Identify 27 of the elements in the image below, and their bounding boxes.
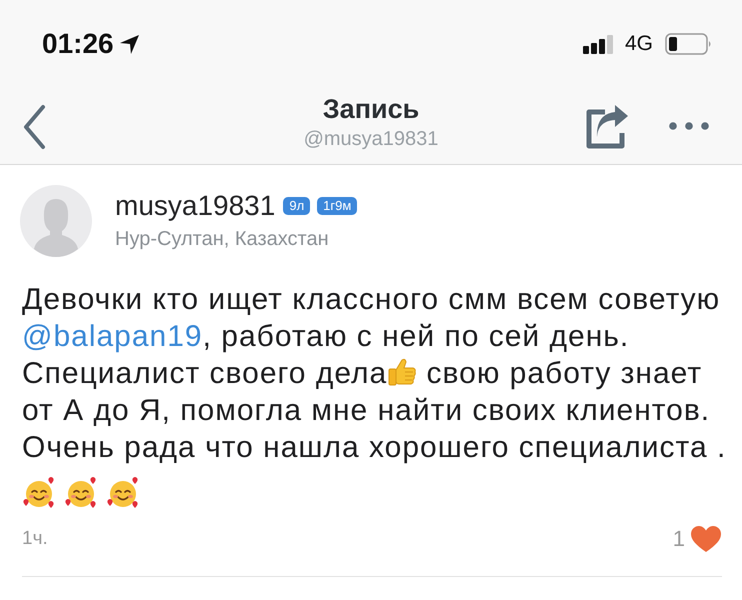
smiling-face-icon [106,476,140,510]
more-icon [669,122,709,130]
profile-badge: 1г9м [317,197,358,215]
back-icon [22,104,46,150]
like-count: 1 [672,526,685,552]
location-arrow-icon [120,34,139,54]
battery-icon [665,33,712,55]
screen-title: Запись [322,93,420,125]
back-button[interactable] [22,104,46,150]
location-text: Нур-Султан, Казахстан [115,227,330,251]
clock-time: 01:26 [42,28,114,60]
mention-link[interactable]: @balapan19 [22,320,203,353]
share-icon [585,103,629,149]
network-label: 4G [624,32,653,56]
username[interactable]: musya19831 [115,191,276,221]
post-text: Девочки кто ищет классного смм всем советую @balapan19, работаю с ней по сей день. Специалист своего дела свою работу знает от А до Я, помогла мне найти своих клиентов. Очень рада что нашла хорошего специалиста . [22,282,728,466]
signal-icon [582,34,613,54]
thumbs-up-icon [387,357,418,387]
smiling-face-icon [64,476,98,510]
heart-icon[interactable] [690,525,722,553]
post-time: 1ч. [22,528,48,550]
avatar-icon [20,185,92,257]
profile-badge: 9л [283,197,310,215]
smiling-face-icon [22,476,56,510]
share-button[interactable] [585,103,629,149]
screen-subtitle: @musya19831 [304,127,438,151]
more-button[interactable] [669,122,709,130]
